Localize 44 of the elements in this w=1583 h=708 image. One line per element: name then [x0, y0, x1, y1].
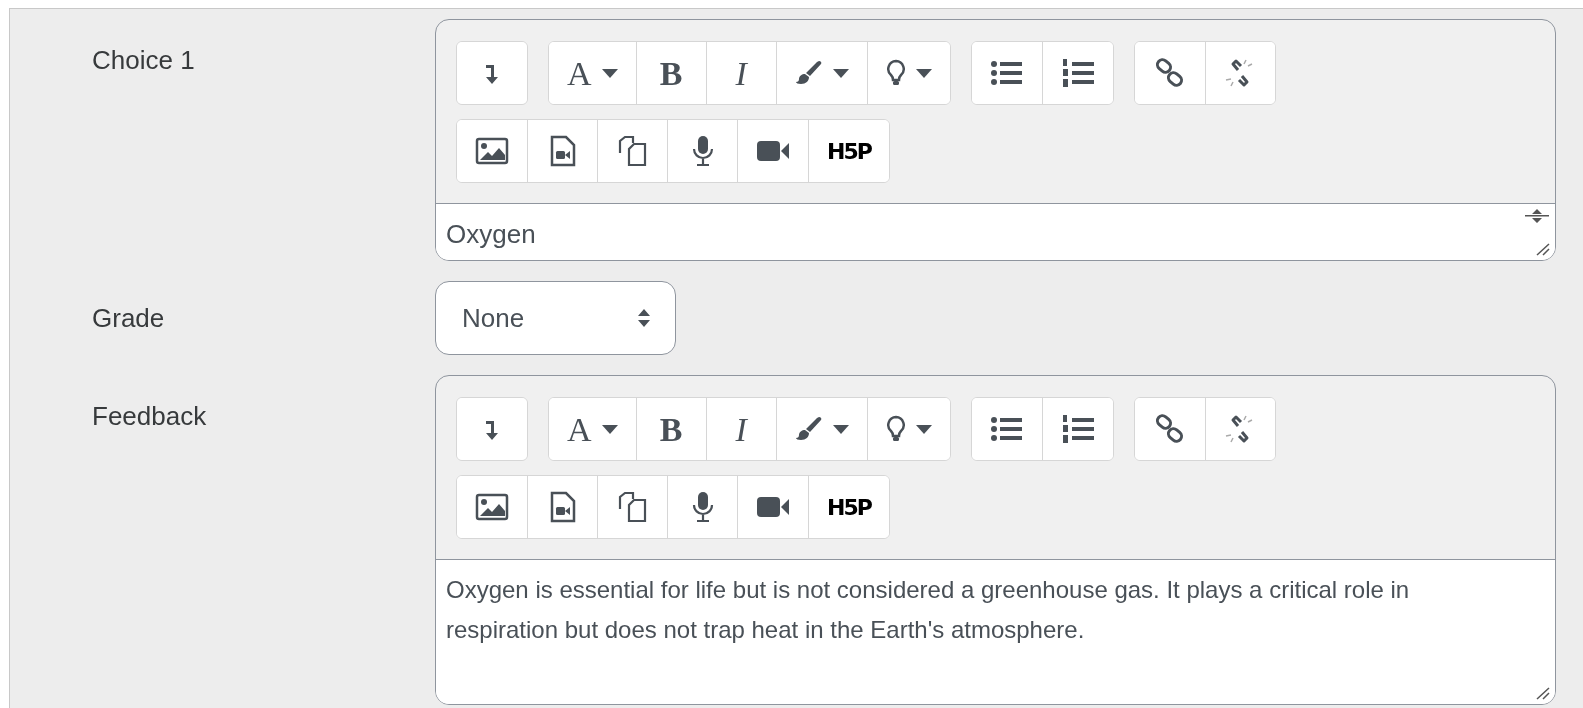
- link-icon: [1154, 414, 1185, 444]
- scroll-arrows-icon[interactable]: [1525, 208, 1549, 224]
- link-icon: [1154, 58, 1185, 88]
- video-camera-icon: [756, 495, 790, 519]
- resize-grip-icon[interactable]: [1535, 686, 1551, 700]
- numbered-list-icon: [1060, 58, 1095, 88]
- microphone-icon: [691, 135, 714, 167]
- toolbar-button[interactable]: [457, 398, 527, 460]
- editor-text[interactable]: Oxygen is essential for life but is not considered a greenhouse gas. It plays a critical role in respiration but does not trap heat in the Earth's atmosphere.: [446, 570, 1481, 650]
- lightbulb-icon: [885, 59, 906, 87]
- copy-icon: [616, 491, 649, 523]
- caret-icon: [832, 68, 849, 78]
- video-file-icon: [549, 491, 576, 523]
- toolbar-button[interactable]: [1041, 42, 1113, 104]
- sort-arrows-icon: [637, 308, 651, 328]
- grade-select[interactable]: None: [435, 281, 676, 355]
- paintbrush-icon: [794, 415, 823, 443]
- toolbar-button[interactable]: [866, 42, 950, 104]
- caret-icon: [915, 68, 932, 78]
- resize-grip-icon[interactable]: [1535, 242, 1551, 256]
- paintbrush-icon: [794, 59, 823, 87]
- field-label: Grade: [92, 301, 166, 335]
- image-icon: [475, 137, 509, 165]
- image-icon: [475, 493, 509, 521]
- toolbar-button[interactable]: [457, 42, 527, 104]
- bullet-list-icon: [989, 416, 1024, 442]
- copy-icon: [616, 135, 649, 167]
- video-file-icon: [549, 135, 576, 167]
- microphone-icon: [691, 491, 714, 523]
- toolbar-button[interactable]: H5P: [808, 476, 889, 538]
- editor-text[interactable]: Oxygen: [446, 218, 536, 250]
- caret-icon: [601, 424, 618, 434]
- numbered-list-icon: [1060, 414, 1095, 444]
- field-label: Choice 1: [92, 44, 196, 77]
- toolbar-button[interactable]: [866, 398, 950, 460]
- toolbar-button[interactable]: [1041, 398, 1113, 460]
- lightbulb-icon: [885, 415, 906, 443]
- toolbar-button[interactable]: H5P: [808, 120, 889, 182]
- caret-icon: [832, 424, 849, 434]
- field-label: Feedback: [92, 400, 208, 433]
- caret-icon: [915, 424, 932, 434]
- caret-icon: [601, 68, 618, 78]
- video-camera-icon: [756, 139, 790, 163]
- bullet-list-icon: [989, 60, 1024, 86]
